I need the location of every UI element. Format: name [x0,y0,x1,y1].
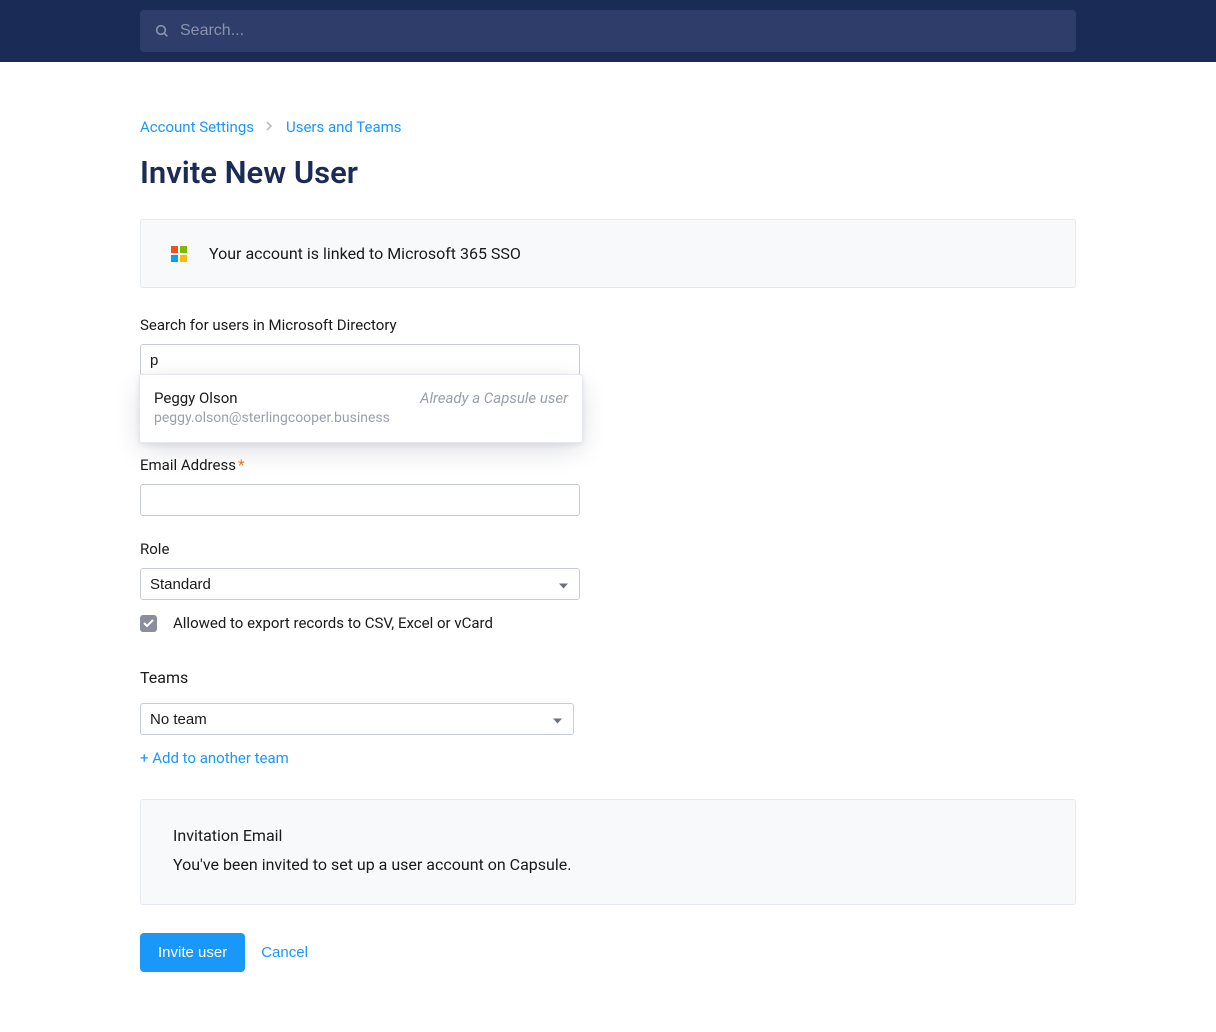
email-field[interactable] [140,484,580,516]
team-select[interactable]: No team [140,703,574,735]
invitation-email-panel: Invitation Email You've been invited to … [140,799,1076,905]
add-team-link[interactable]: + Add to another team [140,749,289,767]
top-bar [0,0,1216,62]
directory-search-input[interactable] [140,344,580,376]
sso-banner-text: Your account is linked to Microsoft 365 … [209,244,521,263]
global-search[interactable] [140,10,1076,52]
required-star-icon: * [238,456,244,474]
email-label: Email Address* [140,456,1076,474]
teams-heading: Teams [140,668,1076,687]
directory-results-dropdown: Peggy Olson peggy.olson@sterlingcooper.b… [139,374,583,443]
invitation-email-body: You've been invited to set up a user acc… [173,855,1043,874]
sso-banner: Your account is linked to Microsoft 365 … [140,219,1076,288]
directory-search-label: Search for users in Microsoft Directory [140,316,1076,334]
cancel-button[interactable]: Cancel [261,944,308,961]
invitation-email-title: Invitation Email [173,826,1043,845]
search-input[interactable] [180,22,1062,40]
breadcrumb-link-users-teams[interactable]: Users and Teams [286,118,402,136]
export-permission-label: Allowed to export records to CSV, Excel … [173,614,493,632]
export-permission-checkbox[interactable] [140,615,157,632]
role-select[interactable]: Standard [140,568,580,600]
role-label: Role [140,540,1076,558]
chevron-right-icon [266,120,274,135]
breadcrumb-link-account-settings[interactable]: Account Settings [140,118,254,136]
directory-result-item[interactable]: Peggy Olson peggy.olson@sterlingcooper.b… [140,375,582,442]
directory-result-email: peggy.olson@sterlingcooper.business [154,410,390,426]
page-title: Invite New User [140,154,1076,191]
breadcrumb: Account Settings Users and Teams [140,62,1076,136]
search-icon [154,23,170,39]
invite-user-button[interactable]: Invite user [140,933,245,972]
directory-result-name: Peggy Olson [154,389,390,407]
microsoft-icon [171,246,187,262]
directory-result-note: Already a Capsule user [420,389,568,407]
